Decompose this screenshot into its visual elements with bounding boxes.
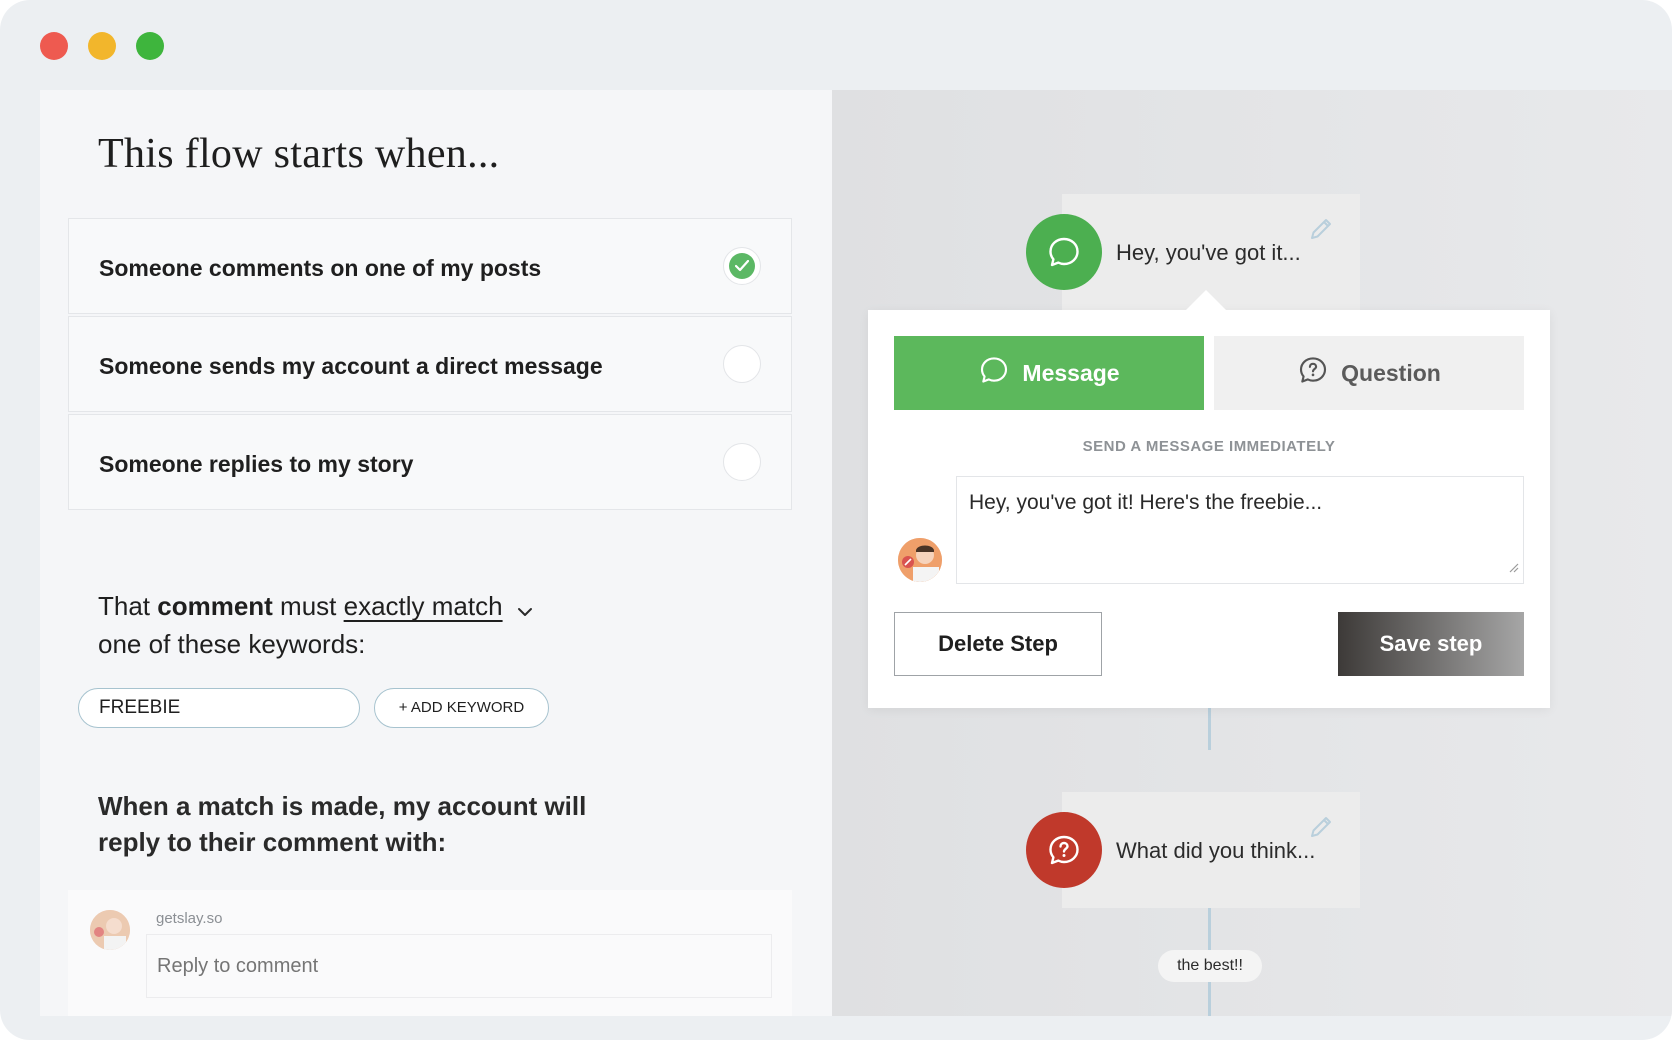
app-window: This flow starts when... Someone comment… (0, 0, 1672, 1040)
checkmark-icon (729, 253, 755, 279)
keyword-rule: That comment must exactly match one of t… (98, 588, 533, 662)
reply-heading: When a match is made, my account will re… (98, 788, 586, 860)
reply-heading-line: reply to their comment with: (98, 827, 447, 857)
maximize-window-button[interactable] (136, 32, 164, 60)
flow-canvas: Hey, you've got it... What did you think… (832, 90, 1672, 1016)
chat-bubble-icon (978, 354, 1010, 392)
avatar (898, 538, 942, 582)
save-step-button[interactable]: Save step (1338, 612, 1524, 676)
reply-heading-line: When a match is made, my account will (98, 791, 587, 821)
trigger-panel: This flow starts when... Someone comment… (40, 90, 832, 1016)
keyword-rule-subject: comment (157, 591, 273, 621)
radio-unchecked[interactable] (723, 345, 761, 383)
step-caption: SEND A MESSAGE IMMEDIATELY (1082, 438, 1336, 455)
tab-label: Message (1022, 359, 1120, 386)
resize-handle-icon[interactable] (1507, 555, 1519, 579)
flow-edge-label: the best!! (1158, 950, 1262, 982)
trigger-option-label: Someone comments on one of my posts (99, 255, 542, 281)
chevron-down-icon[interactable] (517, 590, 533, 626)
tab-question[interactable]: Question (1214, 336, 1524, 410)
reply-comment-input[interactable] (146, 934, 772, 998)
flow-node-text: What did you think... (1116, 838, 1316, 863)
close-window-button[interactable] (40, 32, 68, 60)
page-title: This flow starts when... (98, 131, 500, 177)
trigger-option-label: Someone replies to my story (99, 451, 414, 477)
trigger-option-label: Someone sends my account a direct messag… (99, 353, 603, 379)
flow-node-question[interactable]: What did you think... (1026, 792, 1360, 908)
keyword-rule-suffix: one of these keywords: (98, 629, 366, 660)
keyword-rule-prefix: That (98, 591, 158, 621)
pencil-icon[interactable] (1308, 216, 1334, 247)
avatar (90, 910, 130, 950)
flow-node-text: Hey, you've got it... (1116, 240, 1301, 265)
tab-label: Question (1341, 359, 1441, 386)
keyword-rule-verb: must (272, 591, 344, 621)
radio-checked[interactable] (723, 247, 761, 285)
add-keyword-button[interactable]: + ADD KEYWORD (374, 688, 549, 728)
reply-username: getslay.so (156, 910, 223, 927)
keyword-tag[interactable]: FREEBIE (78, 688, 360, 728)
message-text: Hey, you've got it! Here's the freebie..… (969, 491, 1323, 514)
message-textarea[interactable]: Hey, you've got it! Here's the freebie..… (956, 476, 1524, 584)
popover-caret (1184, 290, 1228, 312)
step-editor-card: Message Question SEND A MESSAGE IMMEDIAT… (868, 290, 1550, 708)
trigger-option-comment[interactable]: Someone comments on one of my posts (68, 218, 792, 314)
chat-bubble-icon (1026, 214, 1102, 290)
reply-composer: getslay.so (68, 890, 792, 1016)
radio-unchecked[interactable] (723, 443, 761, 481)
trigger-option-direct-message[interactable]: Someone sends my account a direct messag… (68, 316, 792, 412)
minimize-window-button[interactable] (88, 32, 116, 60)
question-bubble-icon (1026, 812, 1102, 888)
tab-message[interactable]: Message (894, 336, 1204, 410)
delete-step-button[interactable]: Delete Step (894, 612, 1102, 676)
match-type-dropdown[interactable]: exactly match (344, 591, 503, 621)
trigger-option-story-reply[interactable]: Someone replies to my story (68, 414, 792, 510)
pencil-icon[interactable] (1308, 814, 1334, 845)
question-bubble-icon (1297, 354, 1329, 392)
